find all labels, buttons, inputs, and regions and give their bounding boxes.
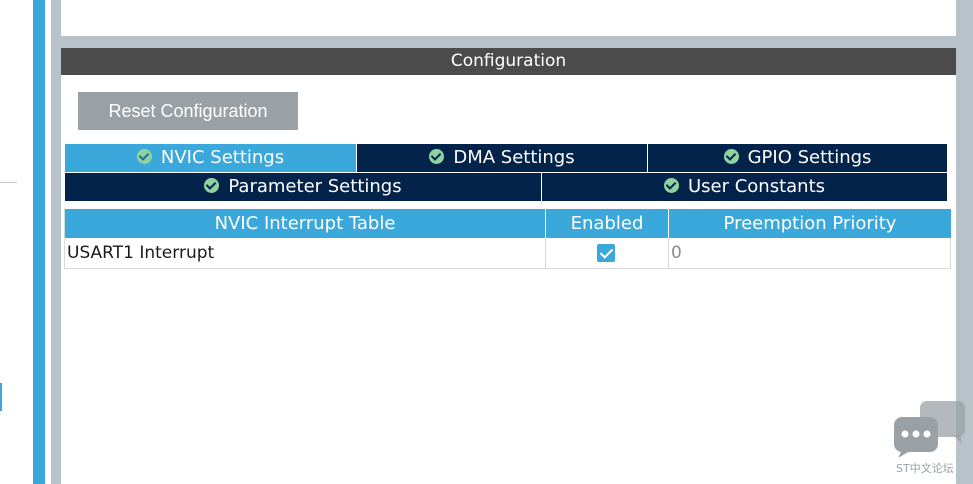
- sidebar-divider: [0, 182, 17, 183]
- check-circle-icon: [723, 149, 739, 164]
- check-circle-icon: [663, 178, 679, 193]
- column-header-preemption-priority[interactable]: Preemption Priority: [669, 209, 951, 238]
- column-header-enabled[interactable]: Enabled: [546, 209, 668, 238]
- table-row-interrupt-name[interactable]: USART1 Interrupt: [65, 238, 546, 268]
- tab-parameter-settings[interactable]: Parameter Settings: [65, 173, 541, 201]
- check-circle-icon: [136, 149, 152, 164]
- left-sidebar: [0, 0, 33, 484]
- check-circle-icon: [429, 149, 445, 164]
- splitter-bar[interactable]: [33, 0, 45, 484]
- tab-label: GPIO Settings: [747, 147, 872, 168]
- tab-label: DMA Settings: [453, 147, 575, 168]
- chat-bubble-icon: [894, 401, 965, 458]
- reset-configuration-button[interactable]: Reset Configuration: [78, 92, 298, 130]
- column-header-interrupt[interactable]: NVIC Interrupt Table: [65, 209, 545, 238]
- configuration-header: Configuration: [61, 48, 956, 75]
- tab-gpio-settings[interactable]: GPIO Settings: [648, 144, 947, 172]
- table-row-enabled-cell: [546, 238, 669, 268]
- forum-watermark: ST中文论坛: [890, 398, 970, 480]
- sidebar-selection-marker: [0, 383, 2, 411]
- tab-nvic-settings[interactable]: NVIC Settings: [65, 144, 356, 172]
- mode-panel: [61, 0, 956, 36]
- stm32cubemx-window: Configuration Reset Configuration NVIC S…: [0, 0, 973, 484]
- watermark-text: ST中文论坛: [896, 462, 954, 475]
- enabled-checkbox[interactable]: [597, 244, 615, 262]
- check-circle-icon: [204, 178, 220, 193]
- tab-label: User Constants: [687, 176, 826, 197]
- tab-user-constants[interactable]: User Constants: [542, 173, 947, 201]
- tab-dma-settings[interactable]: DMA Settings: [357, 144, 647, 172]
- tab-label: Parameter Settings: [228, 176, 402, 197]
- table-row-priority-cell[interactable]: 0: [669, 238, 951, 268]
- nvic-interrupt-table: NVIC Interrupt Table Enabled Preemption …: [64, 209, 951, 269]
- tab-label: NVIC Settings: [160, 147, 285, 168]
